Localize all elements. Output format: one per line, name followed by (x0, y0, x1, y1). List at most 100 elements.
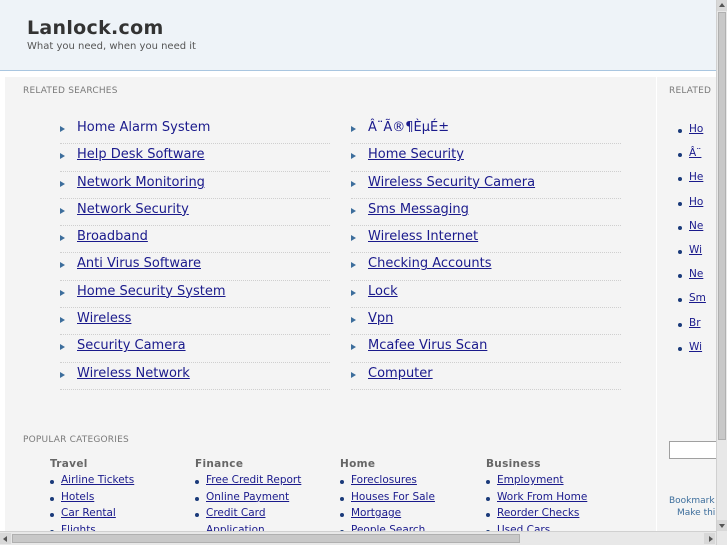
category-link[interactable]: Mortgage (351, 507, 401, 519)
related-search-link[interactable]: Checking Accounts (368, 256, 492, 271)
bullet-icon (486, 513, 490, 517)
list-item: Work From Home (486, 491, 626, 508)
bookmark-link[interactable]: Bookmark (669, 496, 715, 506)
category-link[interactable]: Hotels (61, 491, 94, 503)
right-related-link[interactable]: Â¨ (689, 147, 701, 159)
arrow-icon (351, 317, 356, 324)
bullet-icon (50, 480, 54, 484)
right-related-link[interactable]: Ho (689, 123, 703, 135)
category-column-business: Business Employment Work From Home Reord… (486, 458, 626, 540)
related-search-link[interactable]: Wireless Internet (368, 229, 478, 244)
category-link[interactable]: Reorder Checks (497, 507, 579, 519)
related-search-link[interactable]: Broadband (77, 229, 148, 244)
related-search-link[interactable]: Mcafee Virus Scan (368, 338, 487, 353)
list-item: Airline Tickets (50, 474, 190, 491)
list-item: Wireless Internet (351, 226, 621, 254)
arrow-icon (351, 126, 356, 132)
list-item: Wi (678, 341, 706, 365)
scroll-right-button[interactable] (704, 533, 715, 544)
arrow-icon (60, 317, 65, 324)
right-related-link[interactable]: Sm (689, 292, 706, 304)
related-search-link[interactable]: Help Desk Software (77, 147, 205, 162)
list-item: Employment (486, 474, 626, 491)
related-search-link[interactable]: Home Security (368, 147, 464, 162)
related-search-link[interactable]: Wireless Network (77, 366, 190, 381)
list-item: Security Camera (60, 335, 330, 363)
list-item: Â¨ (678, 147, 706, 171)
horizontal-scrollbar[interactable] (0, 531, 716, 545)
related-search-link[interactable]: Network Monitoring (77, 175, 205, 190)
related-search-link[interactable]: Home Security System (77, 284, 226, 299)
horizontal-scroll-thumb[interactable] (12, 534, 520, 543)
list-item: Network Security (60, 199, 330, 227)
list-item: Credit Card (195, 507, 335, 524)
related-search-link[interactable]: Â¨Ã®¶ÈµÉ± (368, 120, 449, 135)
vertical-scroll-thumb[interactable] (718, 12, 726, 440)
search-input[interactable] (669, 441, 717, 459)
related-searches-column-1: Home Alarm System Help Desk Software Net… (60, 117, 330, 390)
right-related-link[interactable]: Ne (689, 220, 703, 232)
list-item: Broadband (60, 226, 330, 254)
arrow-icon (351, 262, 356, 269)
bullet-icon (678, 274, 682, 279)
category-link[interactable]: Work From Home (497, 491, 587, 503)
category-link[interactable]: Employment (497, 474, 564, 486)
related-search-link[interactable]: Security Camera (77, 338, 186, 353)
right-related-link[interactable]: Ho (689, 196, 703, 208)
vertical-scrollbar[interactable] (716, 0, 727, 545)
related-search-link[interactable]: Home Alarm System (77, 120, 210, 135)
related-search-link[interactable]: Lock (368, 284, 398, 299)
list-item: Reorder Checks (486, 507, 626, 524)
make-homepage-link[interactable]: Make thi (677, 508, 715, 518)
right-sidebar: RELATED Ho Â¨ He Ho Ne Wi Ne Sm Br Wi Bo… (656, 77, 717, 532)
category-link[interactable]: Credit Card (206, 507, 265, 519)
right-related-link[interactable]: Ne (689, 268, 703, 280)
arrow-up-icon (719, 3, 725, 7)
list-item: Anti Virus Software (60, 253, 330, 281)
right-related-link[interactable]: Wi (689, 341, 702, 353)
scroll-down-button[interactable] (717, 520, 727, 531)
category-link[interactable]: Houses For Sale (351, 491, 435, 503)
related-search-link[interactable]: Network Security (77, 202, 189, 217)
list-item: Sm (678, 292, 706, 316)
related-search-link[interactable]: Computer (368, 366, 433, 381)
right-related-list: Ho Â¨ He Ho Ne Wi Ne Sm Br Wi (678, 123, 706, 365)
related-search-link[interactable]: Anti Virus Software (77, 256, 201, 271)
arrow-icon (60, 262, 65, 269)
site-title[interactable]: Lanlock.com (27, 17, 164, 39)
bullet-icon (486, 480, 490, 484)
list-item: Â¨Ã®¶ÈµÉ± (351, 117, 621, 145)
list-item: Mortgage (340, 507, 480, 524)
arrow-icon (351, 207, 356, 214)
category-link[interactable]: Airline Tickets (61, 474, 134, 486)
category-link[interactable]: Car Rental (61, 507, 116, 519)
bullet-icon (340, 496, 344, 501)
related-search-link[interactable]: Sms Messaging (368, 202, 469, 217)
right-related-link[interactable]: Br (689, 317, 701, 329)
list-item: Wireless (60, 308, 330, 336)
right-related-link[interactable]: Wi (689, 244, 702, 256)
arrow-icon (351, 180, 356, 187)
scroll-up-button[interactable] (717, 0, 727, 11)
list-item: Lock (351, 281, 621, 309)
site-tagline: What you need, when you need it (27, 41, 196, 52)
list-item: Home Security System (60, 281, 330, 309)
site-header: Lanlock.com What you need, when you need… (0, 0, 727, 71)
main-content: RELATED SEARCHES Home Alarm System Help … (5, 77, 656, 536)
list-item: Mcafee Virus Scan (351, 335, 621, 363)
arrow-icon (60, 235, 65, 242)
related-search-link[interactable]: Wireless (77, 311, 131, 326)
category-link[interactable]: Foreclosures (351, 474, 417, 486)
category-link[interactable]: Online Payment (206, 491, 289, 503)
list-item: Computer (351, 363, 621, 390)
right-related-link[interactable]: He (689, 171, 703, 183)
bullet-icon (678, 322, 682, 327)
scroll-left-button[interactable] (0, 533, 11, 544)
right-related-heading: RELATED (669, 86, 712, 96)
related-search-link[interactable]: Vpn (368, 311, 393, 326)
arrow-down-icon (719, 524, 725, 528)
related-search-link[interactable]: Wireless Security Camera (368, 175, 535, 190)
category-link[interactable]: Free Credit Report (206, 474, 301, 486)
arrow-icon (351, 235, 356, 242)
list-item: Sms Messaging (351, 199, 621, 227)
